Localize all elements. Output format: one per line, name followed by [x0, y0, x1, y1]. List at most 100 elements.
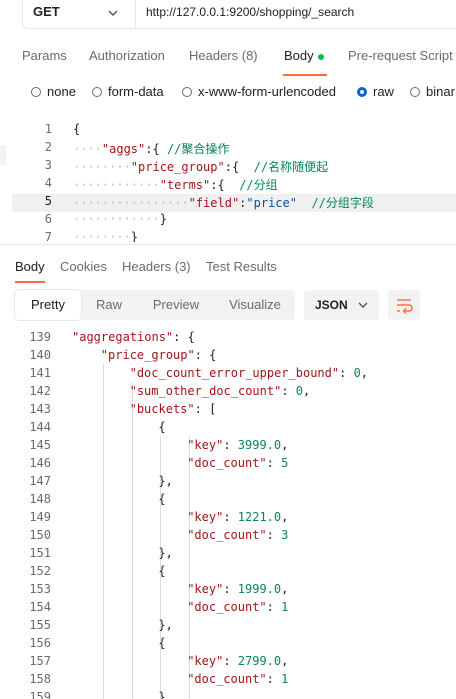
code-token: : { [173, 330, 195, 344]
tab-authorization[interactable]: Authorization [89, 48, 165, 63]
code-token: : [223, 510, 238, 524]
editor-line: 7 ········} [12, 230, 456, 242]
code-token: , [281, 438, 289, 452]
code-token: , [281, 582, 289, 596]
code-token: }, [158, 546, 173, 560]
line-number: 140 [29, 348, 51, 362]
code-token: "buckets" [129, 402, 195, 416]
whitespace-marker: ···· [73, 142, 102, 156]
code-line: { [158, 564, 165, 578]
code-token: "key" [187, 654, 224, 668]
tab-body[interactable]: Body [284, 48, 324, 63]
code-token: : [223, 438, 238, 452]
line-number: 139 [29, 330, 51, 344]
divider [135, 0, 136, 28]
line-number: 158 [29, 672, 51, 686]
code-token: } [159, 212, 167, 226]
code-token: 3999.0 [237, 438, 282, 452]
tab-headers[interactable]: Headers (8) [189, 48, 258, 63]
code-token: "terms" [159, 178, 211, 192]
code-token: "field" [188, 196, 240, 210]
line-number: 5 [44, 194, 52, 208]
code-line: }, [158, 546, 172, 560]
response-line: 142 "sum_other_doc_count": 0, [0, 384, 456, 402]
code-line: "doc_count": 1 [187, 672, 288, 686]
url-input[interactable]: http://127.0.0.1:9200/shopping/_search [146, 5, 354, 19]
code-line: ········} [73, 230, 138, 242]
code-line: ············} [73, 212, 167, 226]
code-token: }, [158, 618, 173, 632]
sidebar-edge [0, 145, 6, 165]
request-body-editor[interactable]: 1{2 ····"aggs":{ //聚合操作 3 ········"price_gr… [12, 122, 456, 242]
view-preview-button[interactable]: Preview [137, 290, 215, 320]
line-number: 1 [44, 122, 52, 136]
editor-line: 2 ····"aggs":{ //聚合操作 [12, 140, 456, 158]
code-line: { [158, 420, 165, 434]
response-line: 151}, [0, 546, 456, 564]
format-label: JSON [315, 298, 348, 312]
radio-label: form-data [108, 84, 164, 99]
code-token: , [281, 654, 289, 668]
view-visualize-button[interactable]: Visualize [215, 290, 295, 320]
editor-line: 5 ················"field":"price" //分组字段 [12, 194, 456, 212]
tab-response-body[interactable]: Body [15, 259, 45, 274]
format-select[interactable]: JSON [304, 290, 379, 320]
code-token: //名称随便起 [253, 160, 329, 174]
code-token: 1221.0 [237, 510, 282, 524]
line-number: 156 [29, 636, 51, 650]
response-line: 147}, [0, 474, 456, 492]
code-token: 0 [295, 384, 303, 398]
code-token: : [266, 600, 282, 614]
whitespace-marker: ········ [73, 160, 131, 174]
tab-test-results[interactable]: Test Results [206, 259, 277, 274]
code-token: //分组 [239, 178, 278, 192]
view-mode-switcher: Pretty Raw Preview Visualize [15, 290, 295, 320]
code-token: : [ [194, 402, 217, 416]
code-token: : [339, 366, 354, 380]
code-token: "key" [187, 510, 224, 524]
chevron-down-icon[interactable] [107, 3, 119, 26]
chevron-down-icon [356, 290, 370, 332]
radio-form-data[interactable]: form-data [92, 84, 164, 99]
line-number: 145 [29, 438, 51, 452]
code-token: { [158, 492, 166, 506]
pane-divider[interactable] [0, 244, 456, 245]
code-token: , [360, 366, 369, 380]
radio-none[interactable]: none [31, 84, 76, 99]
line-number: 7 [44, 230, 52, 242]
line-number: 4 [44, 176, 52, 190]
code-token: : [223, 582, 238, 596]
code-line: "price_group": { [101, 348, 217, 362]
tab-params[interactable]: Params [22, 48, 67, 63]
code-token: //分组字段 [311, 196, 374, 210]
view-raw-button[interactable]: Raw [81, 290, 137, 320]
wrap-lines-button[interactable] [388, 290, 420, 320]
line-number: 157 [29, 654, 51, 668]
view-pretty-button[interactable]: Pretty [15, 290, 81, 320]
tab-pre-request-script[interactable]: Pre-request Script [348, 48, 453, 63]
code-token: 1999.0 [237, 582, 282, 596]
active-dot-icon [317, 53, 324, 60]
line-number: 152 [29, 564, 51, 578]
radio-raw[interactable]: raw [357, 84, 394, 99]
response-line: 139 "aggregations": { [0, 330, 456, 348]
response-body-viewer[interactable]: 139 "aggregations": {140 "price_group": { 1… [0, 328, 456, 699]
radio-circle-icon [31, 87, 41, 97]
code-token: :{ [145, 142, 167, 156]
radio-binary[interactable]: binar [410, 84, 455, 99]
code-token: "price" [246, 196, 297, 210]
code-token: "key" [187, 582, 224, 596]
code-token: : [281, 384, 296, 398]
code-line: "doc_count": 5 [187, 456, 288, 470]
radio-x-www-form-urlencoded[interactable]: x-www-form-urlencoded [182, 84, 336, 99]
code-token: 2799.0 [237, 654, 282, 668]
tab-response-headers[interactable]: Headers (3) [122, 259, 191, 274]
radio-selected-icon [357, 87, 367, 97]
line-number: 159 [29, 690, 51, 699]
code-token: "doc_count" [187, 672, 267, 686]
code-line: ················"field":"price" //分组字段 [73, 194, 374, 211]
code-line: }, [158, 474, 172, 488]
code-token: { [158, 564, 166, 578]
tab-cookies[interactable]: Cookies [60, 259, 107, 274]
method-select[interactable]: GET [33, 4, 60, 19]
